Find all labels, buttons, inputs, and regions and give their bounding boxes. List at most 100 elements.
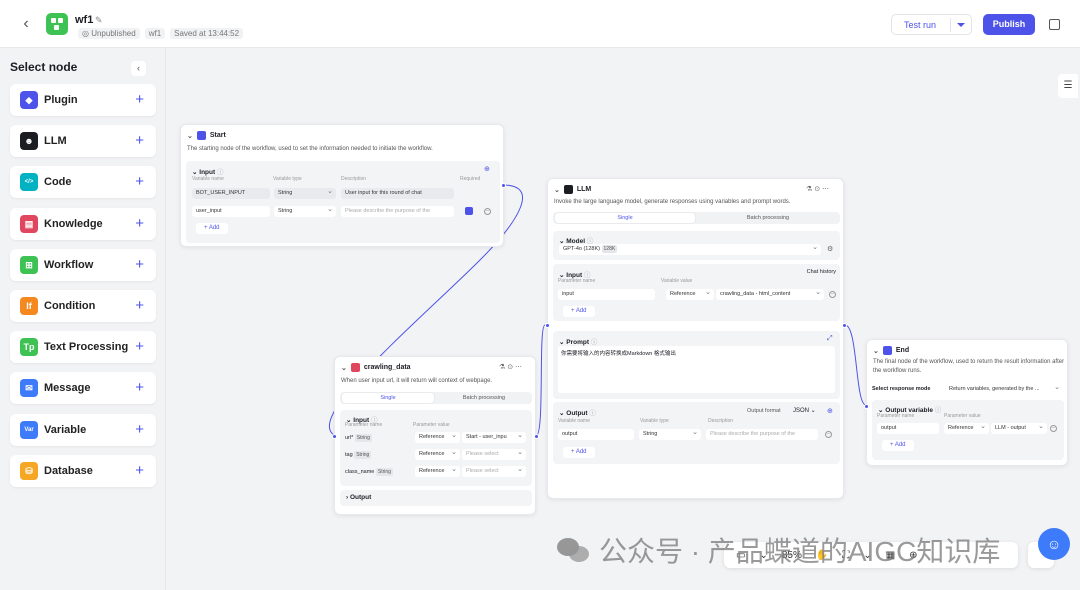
input-port[interactable] bbox=[545, 323, 550, 328]
workflow-name: wf1 bbox=[75, 14, 94, 26]
tab-single[interactable]: Single bbox=[555, 213, 695, 223]
ref-select[interactable]: Reference bbox=[666, 289, 714, 300]
col-name: Variable name bbox=[192, 176, 224, 182]
plus-icon[interactable]: + bbox=[135, 133, 144, 148]
plus-icon[interactable]: + bbox=[135, 92, 144, 107]
output-port[interactable] bbox=[501, 183, 506, 188]
tab-single[interactable]: Single bbox=[342, 393, 434, 403]
sidebar-item-plugin[interactable]: ◆ Plugin + bbox=[10, 84, 156, 116]
var-name-field[interactable]: user_input bbox=[192, 206, 270, 217]
var-name-field[interactable]: output bbox=[877, 423, 939, 434]
remove-icon[interactable]: – bbox=[484, 208, 491, 215]
var-desc-field[interactable]: Please describe the purpose of the bbox=[341, 206, 454, 217]
start-node[interactable]: ⌄ Start The starting node of the workflow… bbox=[180, 124, 506, 247]
test-run-button[interactable]: Test run bbox=[891, 14, 972, 35]
plus-icon[interactable]: + bbox=[135, 257, 144, 272]
edit-icon[interactable]: ✎ bbox=[95, 15, 103, 26]
sidebar-item-knowledge[interactable]: ▤ Knowledge + bbox=[10, 207, 156, 240]
remove-icon[interactable]: – bbox=[829, 291, 836, 298]
settings-icon[interactable]: ⚙ bbox=[827, 245, 833, 253]
copy-icon[interactable] bbox=[1049, 19, 1060, 30]
sidebar-item-condition[interactable]: If Condition + bbox=[10, 290, 156, 322]
sidebar-item-label: Condition bbox=[44, 300, 96, 312]
var-type-select[interactable]: String bbox=[274, 206, 336, 217]
toolbar-toggle-icon[interactable]: ☰ bbox=[1058, 74, 1078, 98]
input-port[interactable] bbox=[332, 434, 337, 439]
model-select[interactable]: GPT-4o (128K) 128K bbox=[559, 244, 821, 255]
chevron-down-icon[interactable]: ⌄ bbox=[187, 132, 193, 140]
node-actions-icon[interactable]: ⚗ ⊙ ⋯ bbox=[499, 363, 522, 371]
crawling-data-node[interactable]: ⌄ crawling_data ⚗ ⊙ ⋯ When user input url… bbox=[332, 356, 539, 515]
output-desc-field[interactable]: Please describe the purpose of the bbox=[706, 429, 818, 440]
add-button[interactable]: + Add bbox=[882, 440, 914, 451]
crawl-input-section: ⌄ Input ⓘ Parameter name Parameter value… bbox=[340, 410, 532, 486]
database-icon: ⛁ bbox=[20, 461, 38, 480]
add-button[interactable]: + Add bbox=[563, 447, 595, 458]
text-processing-icon: Tp bbox=[20, 338, 38, 357]
response-mode-select[interactable]: Return variables, generated by the ... bbox=[945, 384, 1063, 395]
llm-input-section: ⌄ Input ⓘ Chat history Parameter name Va… bbox=[553, 264, 840, 321]
response-mode-label: Select response mode bbox=[872, 386, 931, 392]
add-output-icon[interactable]: ⊕ bbox=[827, 407, 833, 415]
output-name-field[interactable]: output bbox=[558, 429, 634, 440]
tab-batch[interactable]: Batch processing bbox=[438, 393, 530, 403]
chevron-down-icon[interactable]: ⌄ bbox=[341, 364, 347, 372]
llm-node[interactable]: ⌄ LLM ⚗ ⊙ ⋯ Invoke the large language mod… bbox=[545, 178, 847, 499]
value-select[interactable]: Please select bbox=[462, 449, 526, 460]
sidebar-item-text-processing[interactable]: Tp Text Processing + bbox=[10, 331, 156, 364]
chat-history-label[interactable]: Chat history bbox=[807, 269, 836, 275]
sidebar-item-llm[interactable]: ☻ LLM + bbox=[10, 125, 156, 158]
publish-button[interactable]: Publish bbox=[983, 14, 1035, 35]
back-arrow-icon[interactable]: ‹ bbox=[18, 16, 34, 32]
output-type-select[interactable]: String bbox=[639, 429, 701, 440]
output-port[interactable] bbox=[534, 434, 539, 439]
tab-batch[interactable]: Batch processing bbox=[699, 213, 837, 223]
remove-icon[interactable]: – bbox=[1050, 425, 1057, 432]
end-node-header: ⌄ End bbox=[873, 346, 909, 355]
remove-icon[interactable]: – bbox=[825, 431, 832, 438]
chevron-down-icon[interactable]: ⌄ bbox=[554, 186, 560, 194]
required-checkbox[interactable] bbox=[465, 207, 473, 215]
value-select[interactable]: Start - user_inpu bbox=[462, 432, 526, 443]
sidebar-item-database[interactable]: ⛁ Database + bbox=[10, 454, 156, 487]
chevron-down-icon[interactable]: ⌄ bbox=[873, 347, 879, 355]
chat-assistant-icon[interactable]: ☺ bbox=[1038, 528, 1070, 560]
value-select[interactable]: Please select bbox=[462, 466, 526, 477]
sidebar-item-message[interactable]: ✉ Message + bbox=[10, 372, 156, 405]
value-select[interactable]: LLM - output bbox=[991, 423, 1047, 434]
collapse-icon[interactable]: ‹ bbox=[131, 61, 146, 76]
ref-select[interactable]: Reference bbox=[944, 423, 989, 434]
start-node-title: Start bbox=[209, 132, 226, 139]
ref-select[interactable]: Reference bbox=[415, 466, 460, 477]
add-button[interactable]: + Add bbox=[563, 306, 595, 317]
crawl-output-section[interactable]: › Output bbox=[340, 490, 532, 506]
sidebar-item-workflow[interactable]: ⊞ Workflow + bbox=[10, 248, 156, 281]
input-port[interactable] bbox=[864, 404, 869, 409]
plus-icon[interactable]: + bbox=[135, 298, 144, 313]
value-select[interactable]: crawling_data - html_content bbox=[716, 289, 824, 300]
sidebar-item-variable[interactable]: Var Variable + bbox=[10, 413, 156, 446]
var-desc-field: User input for this round of chat bbox=[341, 188, 454, 199]
plus-icon[interactable]: + bbox=[135, 174, 144, 189]
end-node[interactable]: ⌄ End The final node of the workflow, use… bbox=[864, 339, 1068, 466]
plus-icon[interactable]: + bbox=[135, 463, 144, 478]
add-variable-icon[interactable]: ⊕ bbox=[484, 165, 490, 173]
plus-icon[interactable]: + bbox=[135, 380, 144, 395]
ref-select[interactable]: Reference bbox=[415, 449, 460, 460]
plus-icon[interactable]: + bbox=[135, 339, 144, 354]
llm-output-section: ⌄ Output ⓘ Output format JSON ⌄ ⊕ Variab… bbox=[553, 402, 840, 464]
plus-icon[interactable]: + bbox=[135, 422, 144, 437]
param-name-field[interactable]: input bbox=[558, 289, 655, 300]
node-actions-icon[interactable]: ⚗ ⊙ ⋯ bbox=[806, 185, 829, 193]
sidebar-item-code[interactable]: </> Code + bbox=[10, 166, 156, 199]
tag-badge: wf1 bbox=[144, 28, 166, 39]
output-format-select[interactable]: JSON ⌄ bbox=[793, 407, 816, 414]
add-button[interactable]: + Add bbox=[196, 223, 228, 234]
col-desc: Description bbox=[341, 176, 367, 182]
plus-icon[interactable]: + bbox=[135, 216, 144, 231]
expand-icon[interactable]: ⤢ bbox=[827, 335, 833, 343]
prompt-textarea[interactable]: 你需要将输入的内容转换成Markdown 格式输出 bbox=[558, 346, 835, 393]
chevron-down-icon[interactable] bbox=[957, 23, 965, 31]
output-port[interactable] bbox=[842, 323, 847, 328]
ref-select[interactable]: Reference bbox=[415, 432, 460, 443]
